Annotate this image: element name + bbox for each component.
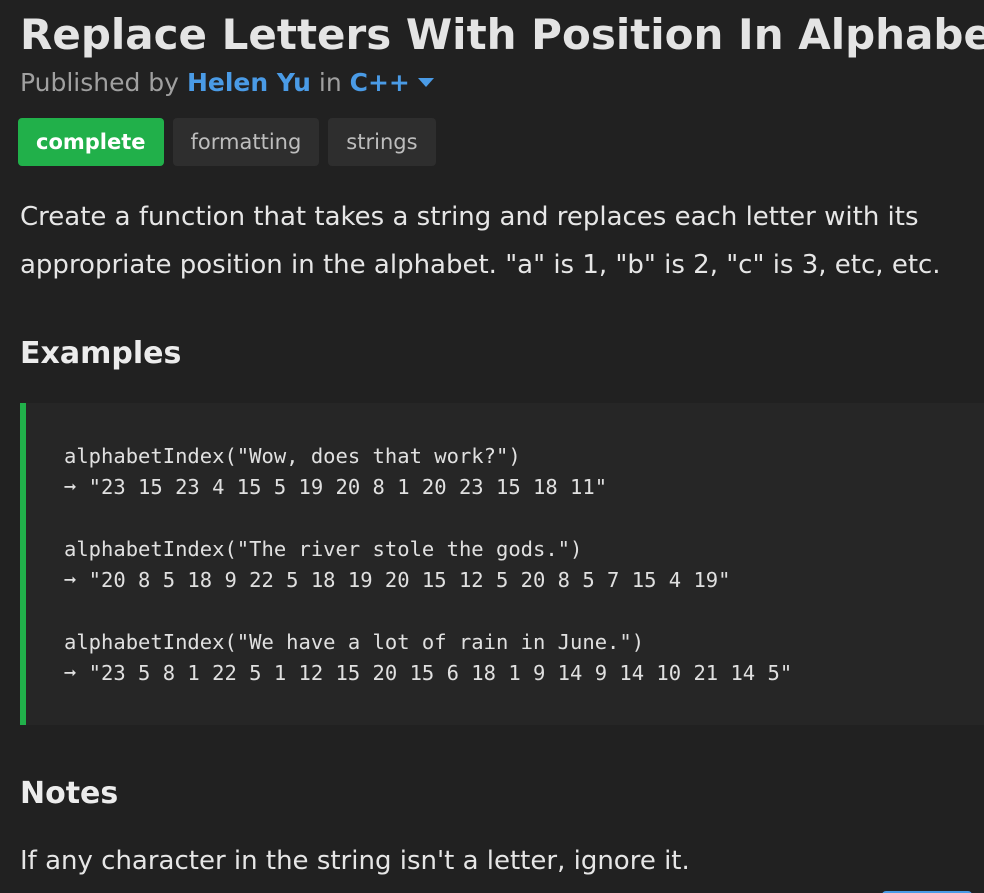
in-label: in xyxy=(318,68,342,97)
tag-strings[interactable]: strings xyxy=(328,118,436,166)
challenge-title: Replace Letters With Position In Alphabe… xyxy=(20,10,984,59)
published-by-label: Published by xyxy=(20,68,179,97)
example-call: alphabetIndex("We have a lot of rain in … xyxy=(64,630,645,654)
notes-text: If any character in the string isn't a l… xyxy=(20,846,690,876)
author-link[interactable]: Helen Yu xyxy=(187,68,311,97)
examples-code-block: alphabetIndex("Wow, does that work?") ➞ "… xyxy=(20,403,984,725)
language-label: C++ xyxy=(349,68,410,97)
tag-complete[interactable]: complete xyxy=(18,118,164,166)
example-2: alphabetIndex("The river stole the gods.… xyxy=(64,534,792,596)
example-3: alphabetIndex("We have a lot of rain in … xyxy=(64,627,792,689)
tag-formatting[interactable]: formatting xyxy=(172,118,320,166)
examples-heading: Examples xyxy=(20,336,182,371)
examples-code: alphabetIndex("Wow, does that work?") ➞ "… xyxy=(64,441,792,689)
caret-down-icon xyxy=(417,77,434,87)
example-call: alphabetIndex("Wow, does that work?") xyxy=(64,444,521,468)
example-result: ➞ "20 8 5 18 9 22 5 18 19 20 15 12 5 20 … xyxy=(64,568,731,592)
challenge-description: Create a function that takes a string an… xyxy=(20,202,941,280)
example-call: alphabetIndex("The river stole the gods.… xyxy=(64,537,583,561)
tag-list: complete formatting strings xyxy=(18,118,436,166)
example-result: ➞ "23 15 23 4 15 5 19 20 8 1 20 23 15 18… xyxy=(64,475,608,499)
language-dropdown[interactable]: C++ xyxy=(350,68,434,97)
byline: Published by Helen Yu in C++ xyxy=(20,68,434,97)
example-result: ➞ "23 5 8 1 22 5 1 12 15 20 15 6 18 1 9 … xyxy=(64,661,793,685)
notes-heading: Notes xyxy=(20,776,119,811)
example-1: alphabetIndex("Wow, does that work?") ➞ "… xyxy=(64,441,792,503)
